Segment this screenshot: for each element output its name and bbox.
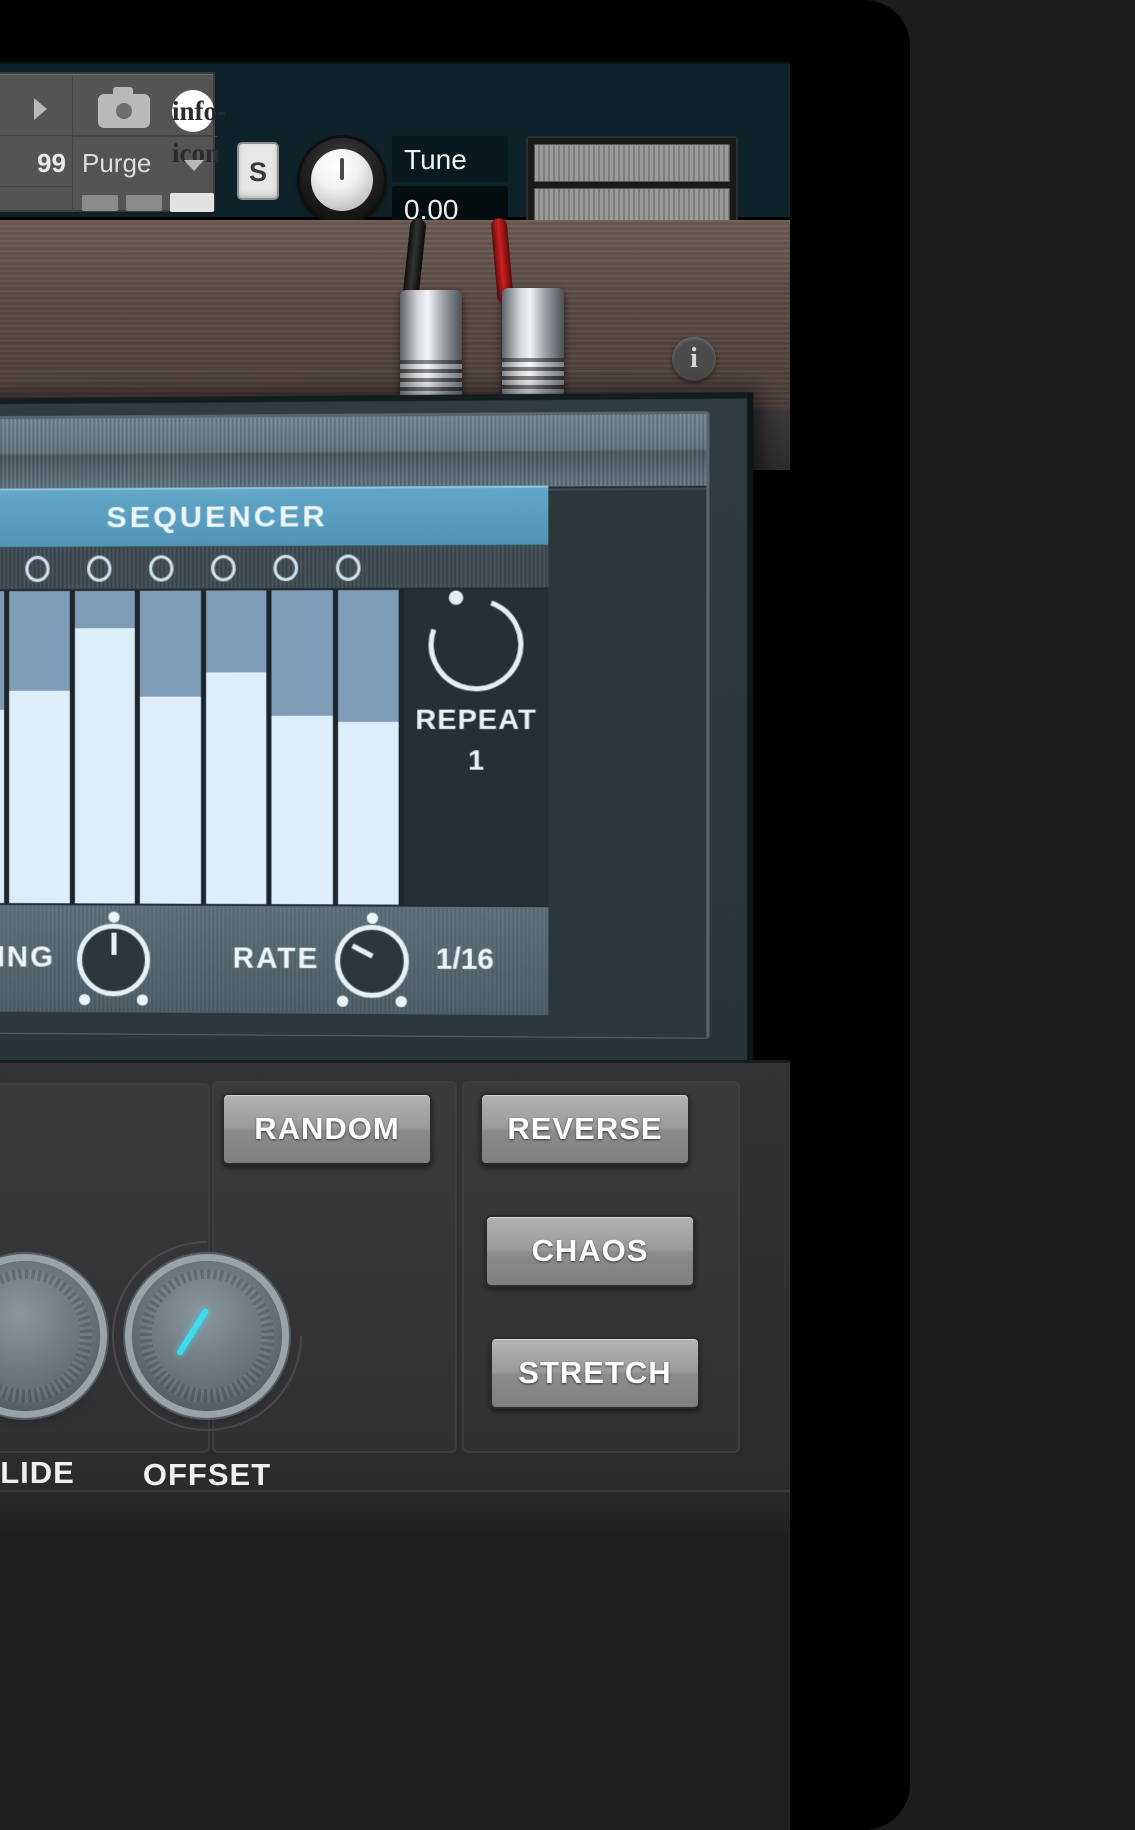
max-voices-value[interactable]: 99 [37,148,66,179]
swing-knob[interactable] [76,911,151,1006]
stretch-button[interactable]: STRETCH [490,1337,700,1409]
divider [72,76,73,212]
swing-label: SWING [0,940,55,974]
level-meter-left [534,144,730,182]
divider [0,186,72,187]
step-indicator-row [0,544,549,592]
level-meters [526,136,738,232]
step-bars[interactable] [0,589,404,905]
solo-button[interactable]: S [237,142,279,200]
sequencer-panel: SEQUENCER REPEAT 1 8 SWING RATE [0,392,754,1080]
camera-icon[interactable] [98,87,150,128]
step-bar-fill [271,715,333,905]
rate-value: 1/16 [435,943,494,977]
step-bar-fill [139,697,201,904]
step-bar[interactable] [0,591,10,904]
step-bar-fill [0,709,5,904]
glide-label: GLIDE [0,1455,75,1490]
chaos-button[interactable]: CHAOS [485,1215,695,1287]
random-button[interactable]: RANDOM [222,1093,432,1165]
step-bar[interactable] [205,590,272,905]
step-bar[interactable] [337,589,404,905]
step-indicator-7[interactable] [149,555,174,582]
step-indicator-10[interactable] [335,554,361,581]
step-indicator-9[interactable] [273,554,299,582]
step-indicator-8[interactable] [211,555,236,582]
info-icon[interactable]: i [672,337,716,381]
instrument-info-block: - Tem info-icon 0 Max: 99 Purge 1.04 GB [0,72,226,212]
step-bar-fill [337,722,399,905]
reverse-button[interactable]: REVERSE [480,1093,690,1165]
repeat-section: REPEAT 1 [403,582,549,906]
instrument-header-toolbar: - Tem info-icon 0 Max: 99 Purge 1.04 GB … [0,62,790,282]
background-filler [0,1534,790,1830]
step-bar[interactable] [9,590,75,904]
panel-bottom-trim [0,1490,790,1534]
sequencer-title: SEQUENCER [0,485,549,548]
meter-chip [126,195,162,211]
offset-label: OFFSET [142,1457,272,1492]
step-bar[interactable] [271,590,338,905]
repeat-knob[interactable] [412,582,540,707]
modulation-panel: RANDOM REVERSE CHAOS STRETCH PITCH ENV G… [0,1060,790,1492]
repeat-label: REPEAT [415,703,537,736]
wood-panel-background [0,220,790,410]
sequencer-footer: 8 SWING RATE 1/16 [0,902,549,1016]
step-bar-fill [205,671,267,905]
tune-knob[interactable] [300,138,384,222]
repeat-value: 1 [467,744,484,776]
step-bar[interactable] [139,590,206,904]
info-icon[interactable]: info-icon [172,90,226,168]
step-bar-fill [74,628,135,904]
step-indicator-6[interactable] [87,555,112,582]
chevron-down-icon[interactable] [184,160,204,171]
step-indicator-5[interactable] [25,555,50,583]
meter-chip [82,195,118,211]
app-window: - Tem info-icon 0 Max: 99 Purge 1.04 GB … [0,0,1135,1830]
offset-knob[interactable] [132,1261,282,1411]
rate-label: RATE [232,942,320,976]
next-preset-icon[interactable] [34,98,47,120]
sequencer-shell: SEQUENCER REPEAT 1 8 SWING RATE [0,392,754,1068]
plugin-window: - Tem info-icon 0 Max: 99 Purge 1.04 GB … [0,0,910,1830]
step-bar[interactable] [74,590,140,904]
rate-knob[interactable] [334,912,409,1008]
meter-chip [170,193,214,212]
hatched-trim [0,414,707,493]
xlr-plug-right [502,288,564,408]
xlr-plug-left [400,290,462,410]
step-bar-fill [9,690,70,904]
tune-label-display: Tune [392,136,508,182]
tune-label: Tune [404,144,467,175]
purge-menu-label[interactable]: Purge [82,148,151,179]
